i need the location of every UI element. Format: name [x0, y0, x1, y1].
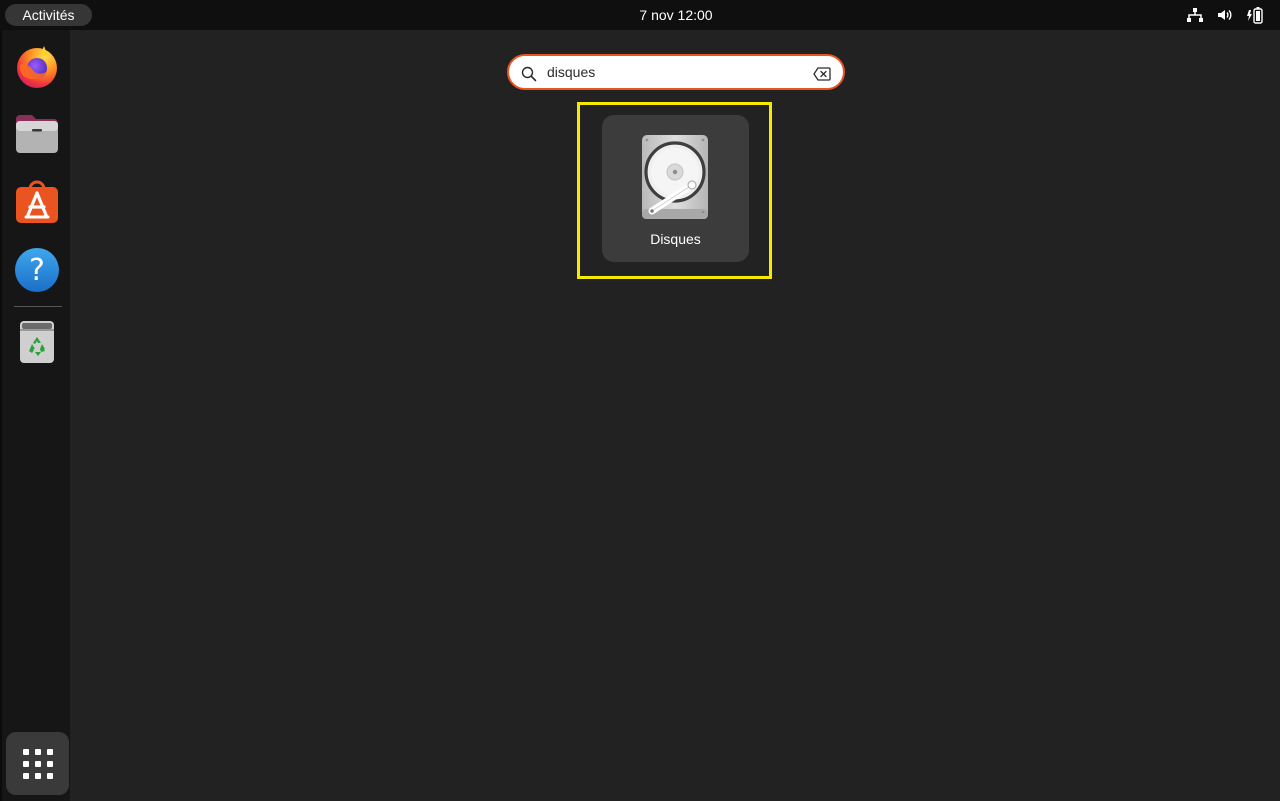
volume-icon[interactable]	[1216, 6, 1234, 24]
search-box[interactable]	[507, 54, 845, 90]
top-bar: Activités 7 nov 12:00	[0, 0, 1280, 30]
clear-search-icon[interactable]	[813, 67, 831, 81]
network-icon[interactable]	[1186, 6, 1204, 24]
firefox-icon	[17, 46, 57, 88]
search-result-disks[interactable]: Disques	[602, 115, 749, 262]
clock[interactable]: 7 nov 12:00	[639, 7, 712, 23]
clock-area: 7 nov 12:00	[0, 0, 1280, 30]
search-icon	[521, 66, 537, 82]
search-input[interactable]	[547, 61, 807, 83]
dock-item-files[interactable]	[14, 111, 60, 157]
dock-item-app-center[interactable]	[14, 179, 60, 225]
search-result-label: Disques	[650, 231, 701, 247]
help-icon: ?	[15, 248, 59, 292]
activities-button[interactable]: Activités	[5, 4, 92, 26]
dock-item-trash[interactable]	[14, 319, 60, 365]
files-icon	[16, 115, 58, 153]
grid-icon	[22, 748, 53, 779]
trash-icon	[20, 321, 54, 363]
show-apps-button[interactable]	[6, 732, 69, 795]
svg-text:?: ?	[29, 253, 45, 288]
dock-separator	[14, 306, 62, 307]
dock: ?	[0, 30, 70, 801]
disks-icon	[642, 135, 708, 219]
battery-icon[interactable]	[1246, 6, 1264, 24]
system-tray[interactable]	[1186, 6, 1264, 24]
dock-item-help[interactable]: ?	[14, 247, 60, 293]
app-center-icon	[16, 180, 58, 223]
dock-item-firefox[interactable]	[14, 43, 60, 89]
